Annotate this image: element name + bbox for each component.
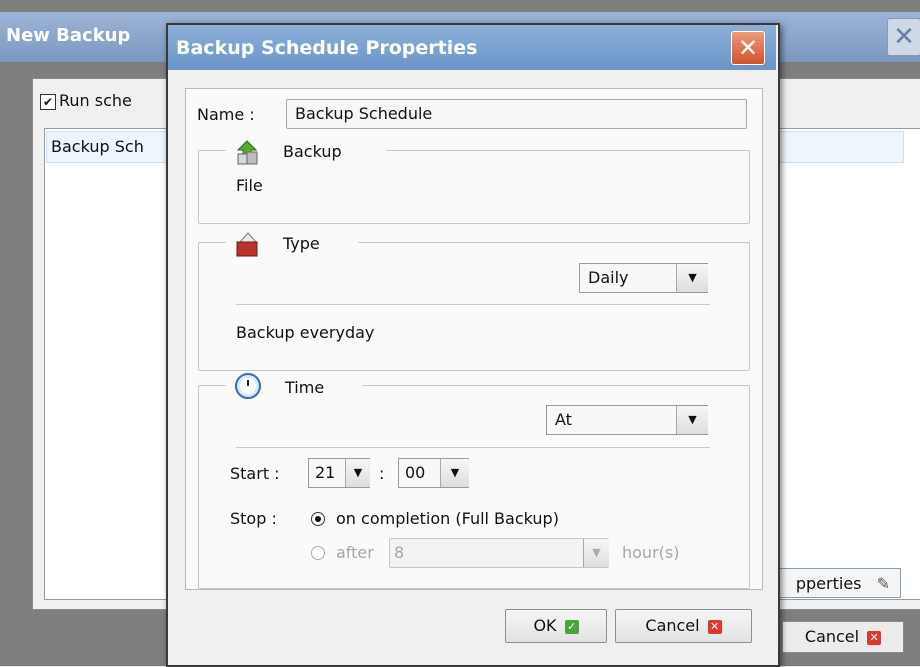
type-description: Backup everyday — [236, 323, 375, 342]
start-hour-arrow[interactable]: ▼ — [345, 459, 370, 487]
after-hours-spinner[interactable]: ▼ — [583, 539, 609, 567]
start-label: Start : — [230, 464, 280, 483]
time-colon: : — [379, 464, 385, 483]
after-hours-input[interactable]: 8 — [389, 538, 609, 568]
type-separator — [236, 304, 710, 305]
background-window-title: New Backup — [6, 25, 131, 46]
stop-after-radio[interactable] — [311, 546, 325, 560]
background-cancel-label: Cancel — [804, 627, 860, 646]
type-group-title: Type — [283, 234, 320, 253]
properties-button[interactable]: pperties ✎ — [770, 568, 901, 598]
name-label: Name : — [197, 105, 255, 124]
stop-label: Stop : — [230, 509, 277, 528]
properties-button-label: pperties — [795, 574, 862, 593]
backup-type-value: File — [236, 176, 263, 195]
stop-on-completion-radio[interactable] — [311, 512, 325, 526]
start-minute-value: 00 — [405, 463, 426, 482]
schedule-list-item-label: Backup Sch — [51, 137, 144, 156]
run-schedule-checkbox[interactable]: ✔ — [40, 94, 56, 110]
hours-unit-label: hour(s) — [622, 543, 680, 562]
start-hour-value: 21 — [315, 463, 336, 482]
time-mode-select-value: At — [555, 410, 572, 429]
background-cancel-button[interactable]: Cancel ✕ — [782, 621, 904, 653]
type-select-arrow[interactable]: ▼ — [676, 264, 708, 292]
type-icon — [236, 232, 258, 257]
type-group — [198, 242, 750, 371]
stop-on-completion-label: on completion (Full Backup) — [336, 509, 559, 528]
time-mode-select-arrow[interactable]: ▼ — [676, 406, 708, 434]
cancel-x-icon: ✕ — [707, 619, 722, 634]
ok-button-label: OK — [533, 616, 557, 635]
stop-after-label: after — [336, 543, 374, 562]
edit-icon: ✎ — [876, 574, 890, 593]
run-schedule-label: Run sche — [59, 91, 132, 110]
backup-icon — [236, 140, 258, 165]
cancel-button-label: Cancel — [645, 616, 700, 635]
cancel-button[interactable]: Cancel ✕ — [615, 609, 752, 643]
backup-group-title: Backup — [283, 142, 342, 161]
dialog-close-button[interactable]: ✕ — [731, 31, 765, 65]
cancel-x-icon: ✕ — [867, 630, 882, 645]
type-select-value: Daily — [588, 268, 629, 287]
time-group-title: Time — [285, 378, 325, 397]
ok-button[interactable]: OK ✓ — [505, 609, 607, 643]
start-minute-arrow[interactable]: ▼ — [440, 459, 469, 487]
after-hours-value: 8 — [394, 543, 405, 562]
time-separator — [236, 447, 710, 448]
dialog-title: Backup Schedule Properties — [176, 37, 478, 59]
clock-icon — [235, 373, 261, 399]
background-close-button[interactable]: ✕ — [887, 18, 920, 56]
name-input[interactable]: Backup Schedule — [286, 99, 747, 129]
ok-check-icon: ✓ — [564, 619, 579, 634]
